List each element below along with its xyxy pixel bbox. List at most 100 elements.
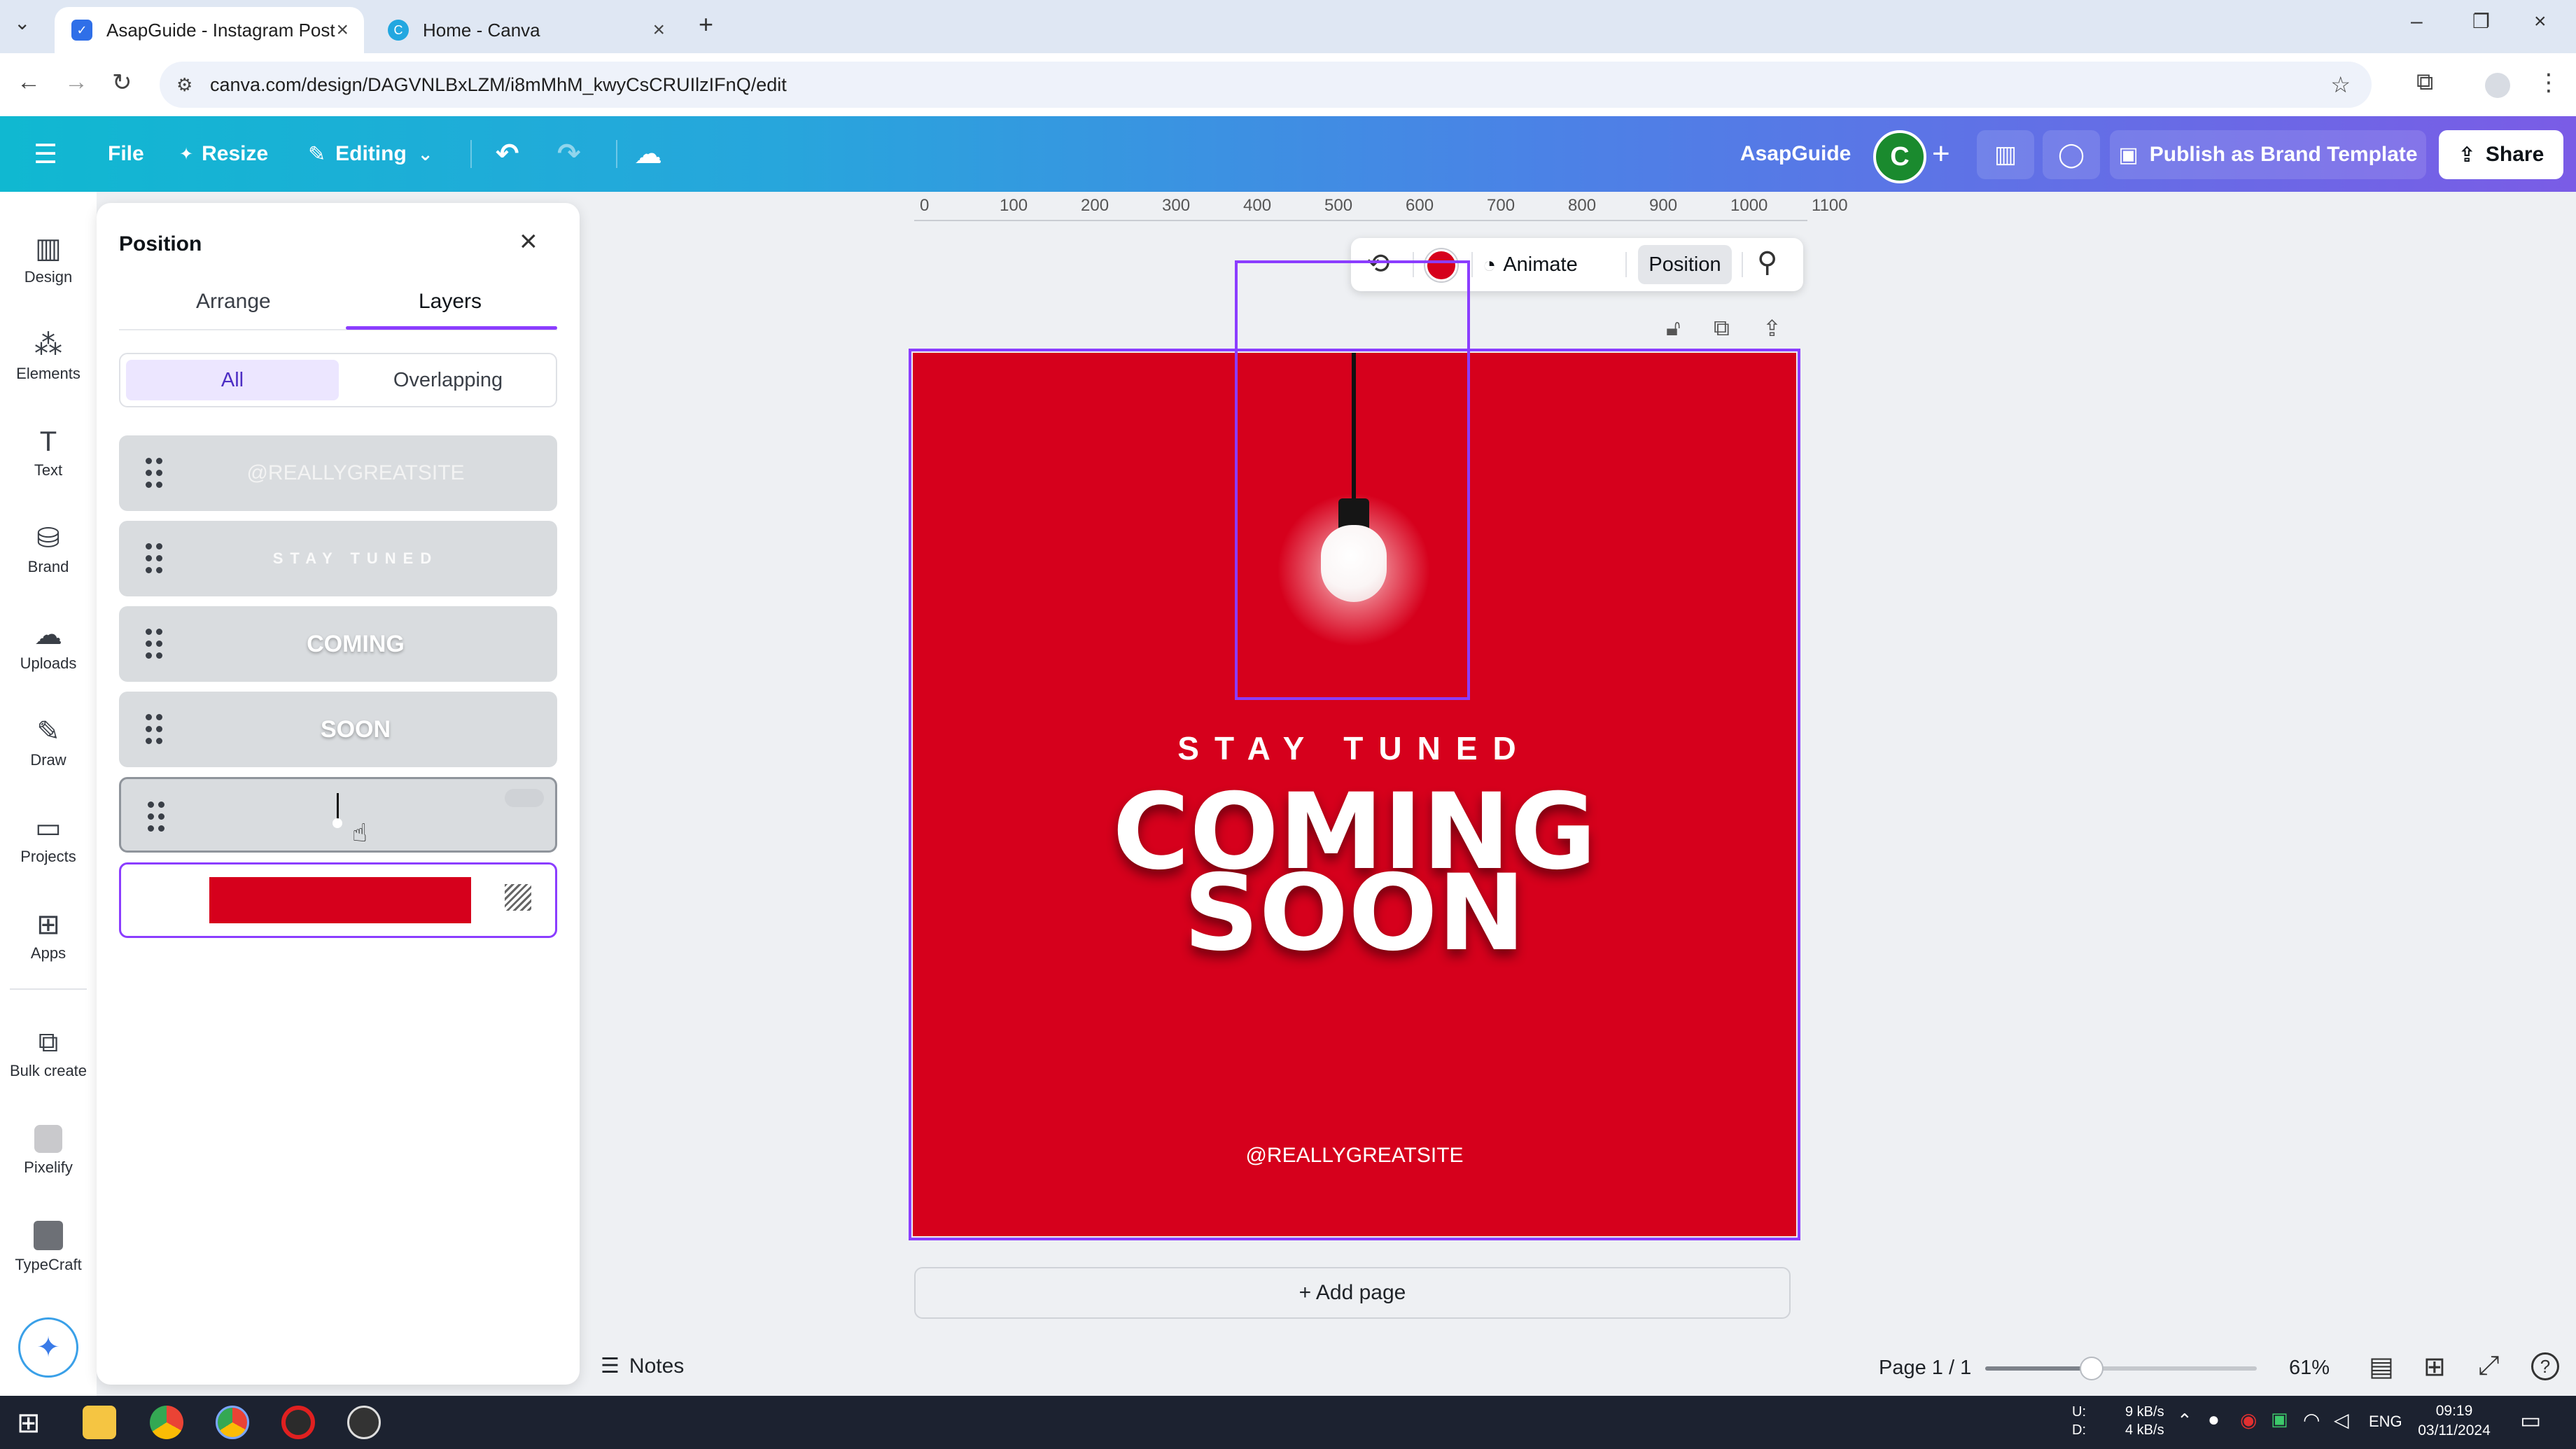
layer-menu-pill[interactable] [505,789,544,807]
cursor-hand-icon: ☝ [352,818,368,847]
pixelify-icon [34,1125,62,1153]
layer-item-background[interactable] [119,862,557,938]
fullscreen-icon[interactable]: ⤢ [2478,1351,2499,1381]
editing-mode-button[interactable]: ✎ Editing ⌄ [308,116,433,192]
layer-item[interactable]: COMING [119,606,557,682]
page-view-icon[interactable]: ▤ [2369,1351,2394,1382]
publish-brand-template-button[interactable]: ▣ Publish as Brand Template [2110,130,2426,179]
sidebar-item-pixelify[interactable]: Pixelify [0,1109,97,1193]
minimize-icon[interactable]: – [2411,10,2423,34]
copy-style-icon[interactable]: ⚲ [1757,246,1777,279]
help-icon[interactable]: ? [2531,1352,2559,1380]
close-icon[interactable]: × [652,18,665,42]
tab-title: Home - Canva [423,19,540,41]
notes-button[interactable]: ☰ Notes [601,1354,684,1378]
grid-view-icon[interactable]: ⊞ [2423,1351,2446,1382]
lock-icon[interactable]: 🔓︎ [1666,315,1681,342]
tray-chevron-icon[interactable]: ⌃ [2177,1410,2192,1432]
sidebar-item-brand[interactable]: ⛁ Brand [0,508,97,592]
sidebar-item-bulk-create[interactable]: ⧉ Bulk create [0,1012,97,1096]
filter-all-button[interactable]: All [126,360,339,400]
page-indicator[interactable]: Page 1 / 1 [1879,1357,1971,1380]
volume-icon[interactable]: ◁ [2334,1408,2349,1432]
windows-start-icon[interactable]: ⊞ [17,1407,41,1439]
clock[interactable]: 09:19 03/11/2024 [2412,1401,2496,1441]
tab-arrange[interactable]: Arrange [196,290,271,314]
sidebar-item-elements[interactable]: ⁂ Elements [0,315,97,399]
browser-menu-icon[interactable]: ⋮ [2537,69,2561,97]
chevron-down-icon: ⌄ [417,143,433,164]
tab-list-chevron-icon[interactable]: ⌄ [14,11,30,34]
add-page-button[interactable]: + Add page [914,1267,1791,1319]
drag-handle-icon[interactable] [148,802,167,832]
tab-home-canva[interactable]: C Home - Canva × [371,7,680,53]
plus-icon[interactable]: + [1932,116,1950,192]
extensions-icon[interactable]: ⧉ [2416,69,2433,96]
sidebar-item-text[interactable]: T Text [0,412,97,496]
brand-name[interactable]: AsapGuide [1740,116,1851,192]
sidebar-item-draw[interactable]: ✎ Draw [0,701,97,785]
chrome-icon[interactable] [150,1406,183,1439]
position-panel: Position × Arrange Layers All Overlappin… [97,203,580,1385]
drag-handle-icon[interactable] [146,629,165,659]
site-info-icon[interactable]: ⚙ [176,74,192,96]
close-icon[interactable]: × [336,18,349,42]
animate-button[interactable]: ◔ Animate [1483,245,1578,284]
undo-icon[interactable]: ↶ [496,116,519,192]
address-bar[interactable]: ⚙ canva.com/design/DAGVNLBxLZM/i8mMhM_kw… [160,62,2372,108]
chrome-active-icon[interactable] [216,1406,249,1439]
sidebar-item-apps[interactable]: ⊞ Apps [0,895,97,979]
download-speed: 4 kB/s [2125,1422,2164,1438]
filter-overlapping-button[interactable]: Overlapping [344,360,552,400]
close-icon[interactable]: × [519,224,538,259]
active-tab-indicator [346,326,557,330]
wifi-icon[interactable]: ◠ [2303,1408,2320,1432]
file-explorer-icon[interactable] [83,1406,116,1439]
add-page-icon[interactable]: ⇪ [1763,315,1782,342]
zoom-level[interactable]: 61% [2289,1357,2330,1380]
app-tray-icon[interactable]: ▣ [2271,1408,2288,1430]
layer-item[interactable]: SOON [119,692,557,767]
sidebar-item-uploads[interactable]: ☁ Uploads [0,605,97,689]
header-divider [616,140,617,168]
profile-avatar[interactable] [2485,73,2510,98]
redo-icon[interactable]: ↷ [557,116,581,192]
comments-button[interactable]: ◯ [2043,130,2100,179]
recorder-icon[interactable] [281,1406,315,1439]
tab-asapguide[interactable]: ✓ AsapGuide - Instagram Post × [55,7,364,53]
bookmark-star-icon[interactable]: ☆ [2330,71,2351,98]
zoom-slider-thumb[interactable] [2080,1357,2104,1380]
layer-item-bulb[interactable]: ☝ [119,777,557,853]
layer-item[interactable]: STAY TUNED [119,521,557,596]
layer-item[interactable]: @REALLYGREATSITE [119,435,557,511]
recording-tray-icon[interactable]: ◉ [2240,1408,2257,1432]
clock-app-icon[interactable] [347,1406,381,1439]
share-button[interactable]: ⇪ Share [2439,130,2563,179]
language-indicator[interactable]: ENG [2369,1413,2402,1431]
close-window-icon[interactable]: × [2534,10,2547,34]
new-tab-button[interactable]: + [699,10,713,39]
tab-layers[interactable]: Layers [419,290,482,314]
position-button[interactable]: Position [1638,245,1732,284]
restore-icon[interactable]: ❐ [2472,10,2490,33]
resize-button[interactable]: ✦ Resize [179,116,268,192]
file-menu[interactable]: File [108,116,144,192]
user-avatar[interactable]: C [1873,130,1926,183]
insights-button[interactable]: ▥ [1977,130,2034,179]
drag-handle-icon[interactable] [146,714,165,745]
notification-icon[interactable]: ▭ [2520,1407,2541,1434]
duplicate-page-icon[interactable]: ⧉ [1714,315,1730,342]
cloud-save-icon[interactable]: ☁ [634,116,662,192]
zoom-slider[interactable] [1985,1357,2257,1380]
magic-assistant-button[interactable]: ✦ [18,1317,78,1378]
back-icon[interactable]: ← [17,69,41,96]
drag-handle-icon[interactable] [146,458,165,489]
sidebar-item-projects[interactable]: ▭ Projects [0,798,97,882]
hamburger-menu-icon[interactable]: ☰ [34,116,57,192]
drag-handle-icon[interactable] [146,543,165,574]
sidebar-item-typecraft[interactable]: TypeCraft [0,1205,97,1289]
forward-icon[interactable]: → [64,69,88,96]
microphone-icon[interactable]: ● [2208,1408,2220,1431]
sidebar-item-design[interactable]: ▥ Design [0,218,97,302]
reload-icon[interactable]: ↻ [112,69,132,97]
